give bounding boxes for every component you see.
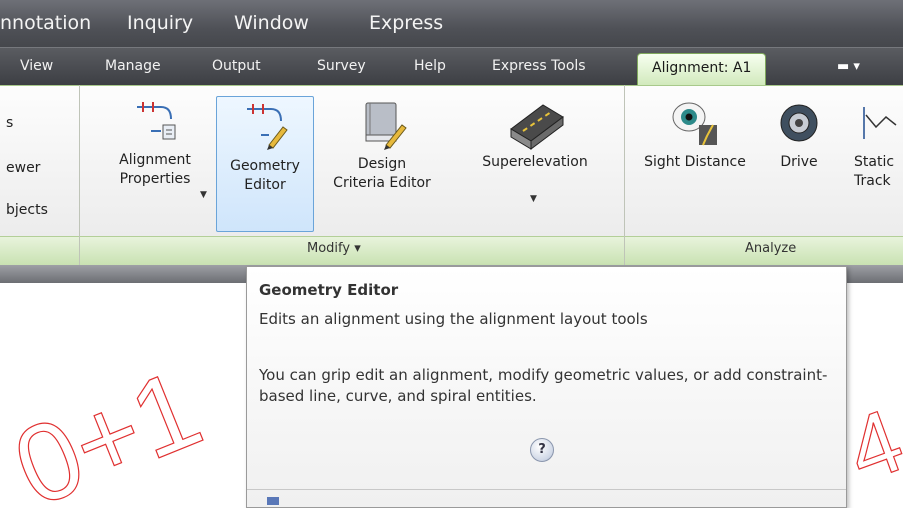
modify-panel-title[interactable]: Modify ▾: [307, 241, 361, 256]
analyze-panel-title[interactable]: Analyze: [745, 241, 796, 256]
tooltip-body: You can grip edit an alignment, modify g…: [259, 366, 828, 405]
tooltip-divider: [247, 489, 846, 490]
tab-view[interactable]: View: [20, 58, 53, 74]
sight-distance-button[interactable]: Sight Distance: [630, 95, 760, 215]
sight-distance-eye-icon: [672, 102, 717, 146]
tooltip-footer-icon: [267, 497, 279, 505]
geometry-editor-icon: [247, 104, 288, 150]
tooltip-description: Edits an alignment using the alignment l…: [259, 310, 648, 328]
superelevation-road-icon: [510, 104, 564, 150]
ribbon-options-button[interactable]: ▬ ▾: [837, 59, 860, 74]
alignment-properties-label-1: Alignment: [119, 152, 191, 168]
tab-help[interactable]: Help: [414, 58, 446, 74]
tab-output[interactable]: Output: [212, 58, 261, 74]
menu-annotation[interactable]: nnotation: [0, 12, 91, 34]
menu-inquiry[interactable]: Inquiry: [127, 12, 193, 34]
left-panel-item[interactable]: s: [6, 115, 13, 131]
chevron-down-icon[interactable]: ▼: [530, 194, 537, 204]
geometry-editor-button[interactable]: Geometry Editor: [216, 96, 314, 232]
tab-express-tools[interactable]: Express Tools: [492, 58, 586, 74]
drive-button[interactable]: Drive: [768, 95, 830, 215]
alignment-properties-label-2: Properties: [119, 171, 191, 187]
station-tracker-label-1: Static: [854, 154, 895, 170]
drive-wheel-icon: [780, 104, 818, 142]
tab-survey[interactable]: Survey: [317, 58, 366, 74]
station-tracker-icon: [863, 107, 897, 139]
design-criteria-editor-button[interactable]: Design Criteria Editor: [318, 95, 446, 232]
menu-express[interactable]: Express: [369, 12, 443, 34]
alignment-properties-icon: [137, 102, 176, 140]
sight-distance-label: Sight Distance: [644, 154, 746, 170]
left-panel-item[interactable]: bjects: [6, 202, 48, 218]
geometry-editor-tooltip: Geometry Editor Edits an alignment using…: [246, 266, 847, 508]
left-panel-item[interactable]: ewer: [6, 160, 40, 176]
tab-alignment-a1[interactable]: Alignment: A1: [637, 53, 767, 87]
design-criteria-book-icon: [365, 102, 407, 150]
superelevation-label: Superelevation: [482, 154, 588, 170]
geometry-editor-label-1: Geometry: [230, 158, 300, 174]
tab-manage[interactable]: Manage: [105, 58, 161, 74]
panel-divider: [624, 236, 625, 265]
tooltip-title: Geometry Editor: [259, 281, 399, 299]
menu-window[interactable]: Window: [234, 12, 309, 34]
station-tracker-label-2: Track: [854, 173, 891, 189]
superelevation-button[interactable]: Superelevation: [462, 95, 608, 232]
geometry-editor-label-2: Editor: [244, 177, 286, 193]
station-label-left: 0+1: [0, 346, 217, 501]
menu-bar: nnotation Inquiry Window Express: [0, 0, 903, 47]
design-criteria-label-1: Design: [357, 156, 407, 172]
panel-divider: [79, 236, 80, 265]
chevron-down-icon[interactable]: ▼: [200, 190, 207, 200]
ribbon-tab-strip: View Manage Output Survey Help Express T…: [0, 47, 903, 87]
help-icon[interactable]: ?: [530, 438, 554, 462]
drive-label: Drive: [780, 154, 818, 170]
design-criteria-label-2: Criteria Editor: [333, 175, 431, 191]
station-tracker-button[interactable]: Static Track: [846, 95, 903, 232]
alignment-properties-button[interactable]: Alignment Properties: [100, 95, 210, 232]
